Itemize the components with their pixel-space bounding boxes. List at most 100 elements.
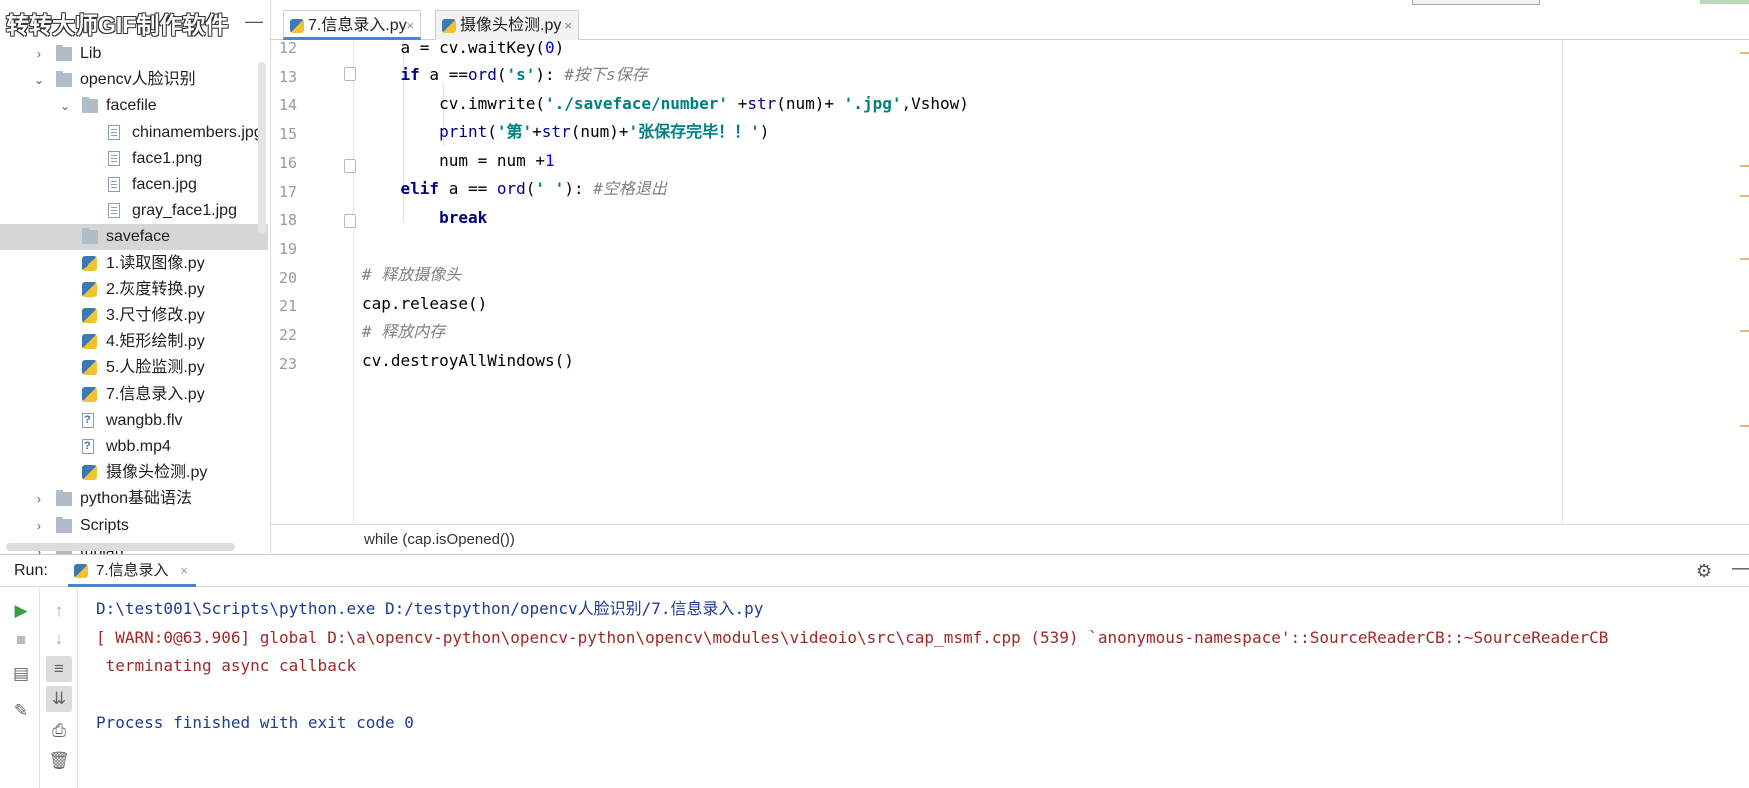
tree-item[interactable]: 2.灰度转换.py: [0, 277, 268, 303]
status-strip: [1700, 0, 1749, 4]
breadcrumb[interactable]: while (cap.isOpened()): [271, 524, 1749, 554]
line-number: 14: [278, 96, 297, 115]
tree-item[interactable]: chinamembers.jpg: [0, 120, 268, 146]
watermark: 转转大师GIF制作软件: [6, 12, 229, 38]
close-icon[interactable]: ×: [564, 11, 572, 41]
soft-wrap-icon[interactable]: ≡: [46, 656, 72, 682]
line-number: 19: [278, 239, 297, 258]
chevron-down-icon[interactable]: ⌄: [32, 67, 46, 93]
python-file-icon: [442, 19, 456, 33]
stripe-mark[interactable]: [1740, 165, 1749, 167]
run-tab-label: 7.信息录入: [96, 562, 169, 579]
unknown-file-icon: [82, 412, 94, 428]
folder-icon: [56, 71, 72, 88]
line-number: 15: [278, 125, 297, 144]
line-number: 23: [278, 354, 297, 373]
line-number: 20: [278, 268, 297, 287]
run-panel: Run: 7.信息录入 × ⚙ — ▶ ■ ▤ ✎ ↑ ↓ ≡ ⇊ ⎙ 🗑 D:…: [0, 554, 1749, 788]
scroll-down-icon[interactable]: ↓: [46, 626, 72, 652]
console-line: terminating async callback: [96, 656, 357, 675]
tree-item-label: 3.尺寸修改.py: [106, 307, 205, 324]
stripe-mark[interactable]: [1740, 330, 1749, 332]
gutter-divider: [353, 40, 354, 524]
minimize-icon[interactable]: —: [1732, 557, 1749, 580]
tree-item[interactable]: › Lib: [0, 41, 268, 67]
chevron-right-icon[interactable]: ›: [32, 486, 46, 512]
line-number: 21: [278, 297, 297, 316]
print-icon[interactable]: ⎙: [46, 718, 72, 744]
tree-item-label: Lib: [80, 45, 102, 62]
run-header: Run: 7.信息录入 × ⚙ —: [0, 555, 1749, 587]
code-line-18: break: [439, 208, 488, 227]
gear-icon[interactable]: ⚙: [1696, 561, 1712, 582]
tree-item[interactable]: 摄像头检测.py: [0, 460, 268, 486]
python-file-icon: [82, 465, 97, 481]
code-line-21: cap.release(): [362, 294, 488, 313]
tree-item[interactable]: wbb.mp4: [0, 434, 268, 460]
chevron-right-icon[interactable]: ›: [32, 513, 46, 539]
tree-item-label: 4.矩形绘制.py: [106, 333, 205, 351]
tree-item-label: opencv人脸识别: [80, 71, 196, 89]
tree-item[interactable]: gray_face1.jpg: [0, 198, 268, 224]
scroll-to-end-icon[interactable]: ⇊: [46, 686, 72, 712]
console-toolbar: ↑ ↓ ≡ ⇊ ⎙ 🗑: [40, 588, 78, 788]
line-number-gutter: 12 13 14 15 16 17 18 19 20 21 22 23: [271, 39, 353, 524]
python-file-icon: [82, 386, 97, 402]
ide-window: 转转大师GIF制作软件 — › Lib ⌄ opencv人脸识别 ⌄ facefile ch…: [0, 0, 1749, 788]
rerun-icon[interactable]: ▶: [8, 598, 34, 624]
tree-item[interactable]: 1.读取图像.py: [0, 251, 268, 277]
image-file-icon: [108, 124, 120, 140]
tree-item[interactable]: › python基础语法: [0, 486, 268, 512]
stop-icon[interactable]: ■: [8, 627, 34, 653]
code-line-20: # 释放摄像头: [362, 265, 462, 284]
scroll-up-icon[interactable]: ↑: [46, 598, 72, 624]
tree-item-label: 7.信息录入.py: [106, 385, 205, 403]
line-number: 12: [278, 39, 297, 57]
code-editor[interactable]: 12 13 14 15 16 17 18 19 20 21 22 23 a = cv.waitKey(…: [271, 38, 1749, 524]
tree-item[interactable]: 5.人脸监测.py: [0, 355, 268, 381]
close-icon[interactable]: ×: [180, 555, 188, 587]
fold-marker[interactable]: [344, 159, 356, 173]
fold-marker[interactable]: [344, 67, 356, 81]
pin-icon[interactable]: ✎: [8, 698, 34, 724]
tree-item[interactable]: saveface: [0, 224, 268, 251]
tree-vertical-scrollbar[interactable]: [258, 62, 266, 234]
stripe-mark[interactable]: [1740, 52, 1749, 54]
tree-item[interactable]: facen.jpg: [0, 172, 268, 198]
tree-item[interactable]: 4.矩形绘制.py: [0, 329, 268, 355]
python-file-icon: [74, 564, 88, 578]
run-tab[interactable]: 7.信息录入 ×: [68, 555, 196, 587]
python-file-icon: [82, 334, 97, 350]
error-stripe[interactable]: [1738, 40, 1749, 524]
tree-item[interactable]: ⌄ opencv人脸识别: [0, 67, 268, 93]
console-output[interactable]: D:\test001\Scripts\python.exe D:/testpyt…: [96, 595, 1608, 738]
image-file-icon: [108, 177, 120, 192]
tree-item[interactable]: ⌄ facefile: [0, 93, 268, 119]
chevron-down-icon[interactable]: ⌄: [58, 93, 72, 119]
tree-item[interactable]: wangbb.flv: [0, 408, 268, 434]
tree-item-label: 5.人脸监测.py: [106, 359, 205, 377]
tab-label: 7.信息录入.py: [308, 17, 407, 34]
code-line-22: # 释放内存: [362, 322, 446, 341]
tree-item-label: 1.读取图像.py: [106, 254, 205, 272]
stripe-mark[interactable]: [1740, 195, 1749, 197]
fold-marker[interactable]: [344, 214, 356, 228]
tree-item-label: facen.jpg: [132, 176, 197, 193]
tree-item[interactable]: face1.png: [0, 146, 268, 172]
trash-icon[interactable]: 🗑: [46, 748, 72, 774]
tree-item[interactable]: › Scripts: [0, 513, 268, 539]
tree-item-label: saveface: [106, 228, 171, 246]
tree-item[interactable]: 7.信息录入.py: [0, 382, 268, 408]
tree-item[interactable]: 3.尺寸修改.py: [0, 303, 268, 329]
layout-icon[interactable]: ▤: [8, 661, 34, 687]
stripe-mark[interactable]: [1740, 425, 1749, 427]
window-control-strip: [1412, 0, 1540, 5]
image-file-icon: [108, 203, 120, 219]
tree-item-label: python基础语法: [80, 490, 193, 508]
python-file-icon: [290, 19, 304, 33]
hide-panel-button[interactable]: —: [244, 11, 264, 31]
chevron-right-icon[interactable]: ›: [32, 41, 46, 67]
stripe-mark[interactable]: [1740, 258, 1749, 260]
tree-horizontal-scrollbar[interactable]: [6, 543, 235, 551]
folder-icon: [56, 516, 72, 533]
